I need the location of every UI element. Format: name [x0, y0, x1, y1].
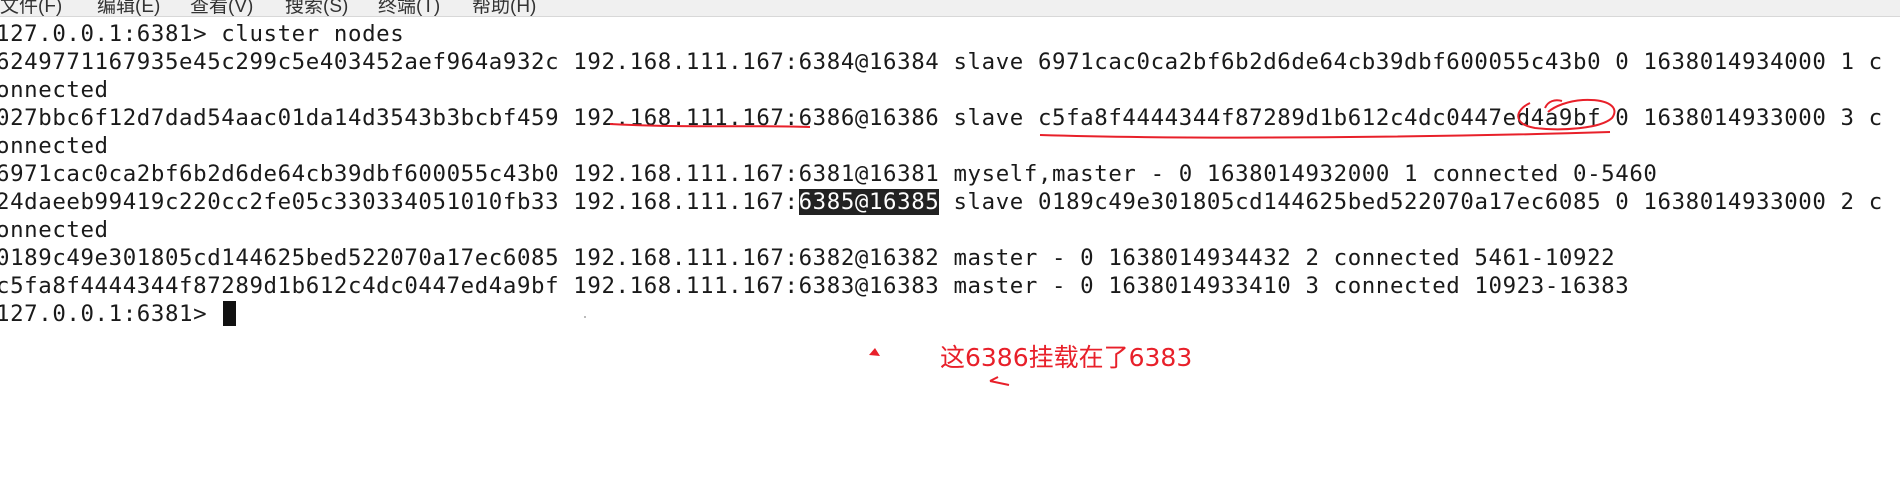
menu-search[interactable]: 搜索(S) — [285, 0, 348, 16]
menu-terminal[interactable]: 终端(T) — [378, 0, 440, 16]
node-row-6382: 0189c49e301805cd144625bed522070a17ec6085… — [0, 245, 1616, 271]
node-row-6385-start: 24daeeb99419c220cc2fe05c330334051010fb33… — [0, 189, 799, 215]
node-row-6381: 6971cac0ca2bf6b2d6de64cb39dbf600055c43b0… — [0, 161, 1658, 187]
node-row-6386: 027bbc6f12d7dad54aac01da14d3543b3bcbf459… — [0, 105, 1883, 131]
node-row-6385-wrap: onnected — [0, 217, 109, 243]
prompt: 127.0.0.1:6381> — [0, 301, 222, 327]
node-row-6386-wrap: onnected — [0, 133, 109, 159]
menu-view[interactable]: 查看(V) — [190, 0, 253, 16]
node-row-6384-wrap: onnected — [0, 77, 109, 103]
menu-bar: 文件(F) 编辑(E) 查看(V) 搜索(S) 终端(T) 帮助(H) — [0, 0, 1900, 17]
menu-edit[interactable]: 编辑(E) — [97, 0, 160, 16]
node-row-6385-end: slave 0189c49e301805cd144625bed522070a17… — [939, 189, 1883, 215]
terminal-output[interactable]: 127.0.0.1:6381> cluster nodes 6249771167… — [0, 20, 1900, 420]
selected-text[interactable]: 6385@16385 — [798, 189, 940, 215]
prompt-line[interactable]: 127.0.0.1:6381> — [0, 300, 237, 328]
command-line: 127.0.0.1:6381> cluster nodes — [0, 21, 405, 47]
menu-file[interactable]: 文件(F) — [0, 0, 62, 16]
menu-help[interactable]: 帮助(H) — [472, 0, 536, 16]
node-row-6385: 24daeeb99419c220cc2fe05c330334051010fb33… — [0, 188, 1883, 216]
text-cursor — [223, 301, 237, 326]
node-row-6384: 6249771167935e45c299c5e403452aef964a932c… — [0, 49, 1883, 75]
node-row-6383: c5fa8f4444344f87289d1b612c4dc0447ed4a9bf… — [0, 273, 1630, 299]
